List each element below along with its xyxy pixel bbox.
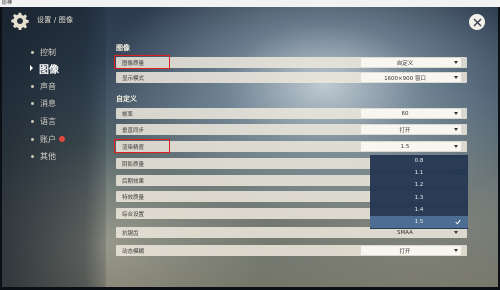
breadcrumb: 设置 / 图像 — [37, 16, 74, 24]
select-value: 自定义 — [396, 60, 414, 67]
sidebar-item-graphics[interactable]: 图像 — [30, 60, 100, 76]
setting-label: 垂直同步 — [122, 127, 145, 134]
dropdown-option[interactable]: 1.3 — [370, 192, 468, 204]
chevron-down-icon — [454, 128, 458, 131]
annotation-highlight — [114, 55, 170, 69]
sidebar-item-messages[interactable]: 消息 — [31, 95, 101, 111]
close-icon — [473, 18, 481, 26]
setting-label: 后期效果 — [122, 178, 145, 185]
sidebar-item-label: 其他 — [40, 151, 56, 161]
setting-label: 特效质量 — [122, 194, 145, 201]
dropdown-option[interactable]: 1.1 — [370, 167, 468, 179]
vsync-select[interactable]: 打开 — [361, 125, 461, 134]
sidebar-item-audio[interactable]: 声音 — [31, 78, 101, 94]
graphics-quality-select[interactable]: 自定义 — [361, 58, 461, 67]
chevron-down-icon — [454, 112, 458, 115]
notification-badge — [59, 136, 65, 142]
dropdown-option-selected[interactable]: 1.5 — [370, 216, 468, 228]
select-value: 60 — [401, 110, 409, 117]
dropdown-option[interactable]: 0.8 — [370, 155, 468, 167]
select-value: 打开 — [399, 248, 411, 255]
setting-label: 阴影质量 — [122, 161, 145, 168]
setting-label: 动态模糊 — [122, 248, 145, 255]
bullet-icon — [31, 84, 34, 88]
bullet-icon — [31, 137, 34, 141]
active-arrow-icon — [30, 65, 33, 71]
chevron-down-icon — [454, 61, 458, 64]
chevron-down-icon — [454, 76, 458, 79]
setting-label: 显示模式 — [122, 75, 145, 82]
annotation-highlight — [114, 139, 170, 153]
option-label: 1.5 — [414, 219, 424, 225]
dropdown-option[interactable]: 1.4 — [370, 204, 468, 216]
select-value: SMAA — [397, 229, 413, 236]
bullet-icon — [31, 154, 34, 158]
bullet-icon — [31, 101, 34, 105]
sidebar-item-label: 语言 — [40, 116, 56, 126]
setting-label: 抗锯齿 — [122, 230, 139, 237]
setting-motion-blur[interactable]: 动态模糊 打开 — [116, 245, 467, 256]
chevron-down-icon — [454, 249, 458, 252]
sidebar-item-language[interactable]: 语言 — [31, 113, 101, 129]
frame-rate-select[interactable]: 60 — [361, 109, 461, 118]
sidebar-item-label: 消息 — [40, 98, 56, 108]
window-title-bar: 原神 — [0, 0, 500, 7]
section-title-custom: 自定义 — [116, 95, 137, 103]
bullet-icon — [31, 119, 34, 123]
checkmark-icon — [455, 219, 461, 225]
sidebar-item-controls[interactable]: 控制 — [31, 44, 101, 60]
select-value: 1.5 — [400, 143, 410, 150]
close-button[interactable] — [469, 14, 485, 30]
sidebar-item-other[interactable]: 其他 — [31, 148, 101, 164]
render-resolution-dropdown: 0.8 1.1 1.2 1.3 1.4 1.5 — [370, 155, 468, 229]
chevron-down-icon — [454, 231, 458, 234]
gear-icon — [11, 12, 29, 31]
render-resolution-select[interactable]: 1.5 — [361, 142, 461, 151]
sidebar-item-account[interactable]: 账户 — [31, 131, 101, 147]
sidebar-item-label: 账户 — [40, 134, 56, 144]
sidebar-item-label: 图像 — [39, 64, 59, 76]
anti-aliasing-select[interactable]: SMAA — [361, 228, 461, 237]
chevron-down-icon — [454, 145, 458, 148]
setting-frame-rate[interactable]: 帧率 60 — [116, 108, 467, 119]
setting-display-mode[interactable]: 显示模式 1600×900 窗口 — [116, 72, 467, 83]
sidebar-item-label: 控制 — [40, 47, 56, 57]
setting-label: 帧率 — [122, 111, 134, 118]
window-title: 原神 — [2, 0, 13, 6]
section-title-graphics: 图像 — [116, 44, 130, 52]
dropdown-option[interactable]: 1.2 — [370, 179, 468, 191]
setting-vsync[interactable]: 垂直同步 打开 — [116, 124, 467, 135]
motion-blur-select[interactable]: 打开 — [361, 246, 461, 255]
select-value: 1600×900 窗口 — [384, 75, 426, 82]
select-value: 打开 — [399, 127, 411, 134]
display-mode-select[interactable]: 1600×900 窗口 — [361, 73, 461, 82]
sidebar-item-label: 声音 — [40, 81, 56, 91]
bullet-icon — [31, 50, 34, 54]
setting-label: 综合设置 — [122, 211, 145, 218]
